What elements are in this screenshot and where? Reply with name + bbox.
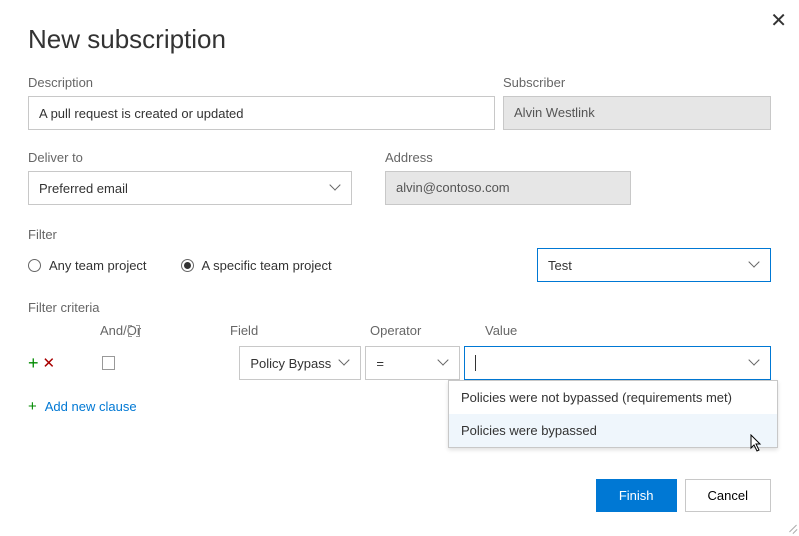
description-label: Description xyxy=(28,75,495,90)
chevron-down-icon xyxy=(750,260,760,270)
plus-icon: + xyxy=(28,398,37,415)
chevron-down-icon xyxy=(331,183,341,193)
value-dropdown-list: Policies were not bypassed (requirements… xyxy=(448,380,778,448)
dropdown-option-bypassed[interactable]: Policies were bypassed xyxy=(449,414,777,447)
deliver-to-label: Deliver to xyxy=(28,150,352,165)
deliver-to-select[interactable]: Preferred email xyxy=(28,171,352,205)
finish-button[interactable]: Finish xyxy=(596,479,677,512)
header-andor: And/Or xyxy=(100,323,230,346)
cancel-button[interactable]: Cancel xyxy=(685,479,771,512)
field-select[interactable]: Policy Bypass xyxy=(239,346,361,380)
dialog-title: New subscription xyxy=(28,24,771,55)
close-button[interactable]: ✕ xyxy=(770,8,787,33)
add-clause-label: Add new clause xyxy=(45,399,137,414)
chevron-down-icon xyxy=(439,358,449,368)
chevron-down-icon xyxy=(340,358,350,368)
chevron-down-icon xyxy=(750,358,760,368)
description-input[interactable] xyxy=(28,96,495,130)
operator-value: = xyxy=(376,356,384,371)
resize-handle-icon[interactable] xyxy=(783,520,797,534)
filter-section: Filter Any team project A specific team … xyxy=(28,227,771,282)
radio-specific-team-project[interactable]: A specific team project xyxy=(181,258,332,273)
radio-any-team-project[interactable]: Any team project xyxy=(28,258,147,273)
close-icon: ✕ xyxy=(770,10,787,32)
radio-icon-selected xyxy=(181,259,194,272)
filter-label: Filter xyxy=(28,227,771,242)
row-checkbox[interactable] xyxy=(102,356,115,370)
criteria-headers: And/Or Field Operator Value xyxy=(28,323,771,346)
header-value: Value xyxy=(485,323,517,346)
field-value: Policy Bypass xyxy=(250,356,331,371)
filter-criteria-label: Filter criteria xyxy=(28,300,771,315)
deliver-row: Deliver to Preferred email Address alvin… xyxy=(28,150,771,205)
radio-icon xyxy=(28,259,41,272)
new-subscription-dialog: ✕ New subscription Description Subscribe… xyxy=(0,0,799,536)
criteria-row: + ✕ Policy Bypass = xyxy=(28,346,771,380)
remove-row-icon[interactable]: ✕ xyxy=(43,354,56,372)
header-operator: Operator xyxy=(370,323,485,346)
address-label: Address xyxy=(385,150,631,165)
pointer-cursor-icon xyxy=(748,434,764,459)
team-project-value: Test xyxy=(548,258,572,273)
subscriber-display: Alvin Westlink xyxy=(503,96,771,130)
text-cursor-icon xyxy=(475,355,476,371)
dropdown-option-not-bypassed[interactable]: Policies were not bypassed (requirements… xyxy=(449,381,777,414)
value-select[interactable] xyxy=(464,346,771,380)
operator-select[interactable]: = xyxy=(365,346,459,380)
radio-any-label: Any team project xyxy=(49,258,147,273)
dialog-buttons: Finish Cancel xyxy=(596,479,771,512)
header-field: Field xyxy=(230,323,370,346)
add-row-icon[interactable]: + xyxy=(28,353,39,374)
description-subscriber-row: Description Subscriber Alvin Westlink xyxy=(28,75,771,130)
radio-specific-label: A specific team project xyxy=(202,258,332,273)
team-project-select[interactable]: Test xyxy=(537,248,771,282)
group-clause-icon xyxy=(128,325,140,335)
address-display: alvin@contoso.com xyxy=(385,171,631,205)
subscriber-label: Subscriber xyxy=(503,75,771,90)
deliver-to-value: Preferred email xyxy=(39,181,128,196)
